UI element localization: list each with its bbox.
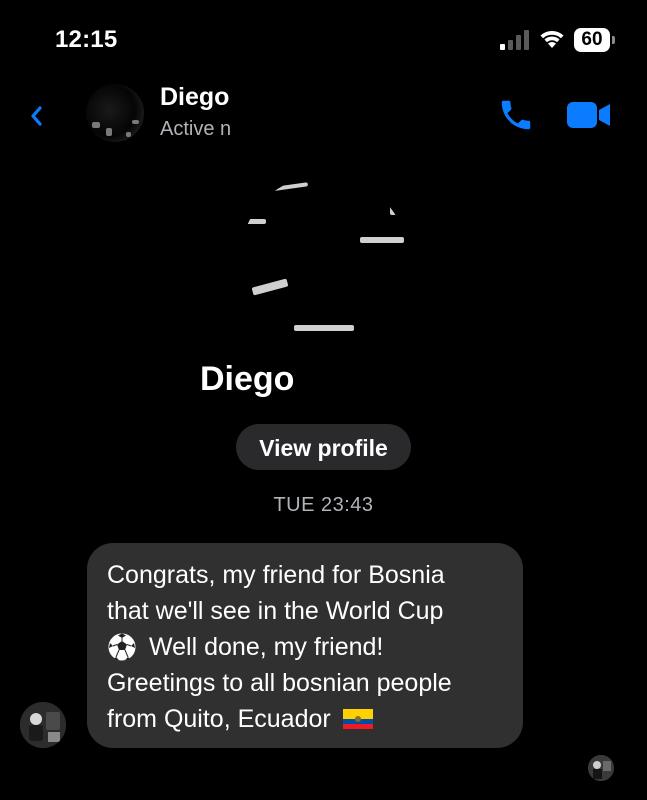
view-profile-button[interactable]: View profile bbox=[236, 424, 411, 470]
avatar-photo bbox=[588, 755, 614, 781]
flag-ecuador-icon bbox=[342, 709, 373, 729]
cellular-signal-icon bbox=[500, 30, 529, 50]
avatar-photo-detail bbox=[294, 325, 354, 331]
chevron-left-icon[interactable] bbox=[28, 104, 42, 128]
message-text: from Quito, Ecuador bbox=[107, 705, 331, 733]
avatar-photo-detail bbox=[251, 278, 289, 296]
redaction-overlay bbox=[254, 115, 314, 147]
soccer-ball-icon bbox=[107, 632, 137, 662]
avatar-photo-detail bbox=[92, 122, 100, 128]
avatar-photo-detail bbox=[360, 237, 404, 243]
profile-name: Diego bbox=[200, 360, 295, 398]
profile-avatar[interactable] bbox=[240, 175, 408, 343]
message-text: Well done, my friend! bbox=[149, 633, 384, 661]
battery-indicator: 60 bbox=[574, 28, 615, 52]
message-text-line: that we'll see in the World Cup bbox=[107, 593, 505, 629]
message-text: Greetings to all bosnian people bbox=[107, 669, 452, 697]
message-timestamp: TUE 23:43 bbox=[273, 494, 374, 516]
header-avatar[interactable] bbox=[86, 84, 144, 142]
video-camera-icon[interactable] bbox=[566, 100, 612, 130]
status-time: 12:15 bbox=[55, 26, 118, 53]
phone-icon[interactable] bbox=[497, 96, 535, 134]
read-receipt-avatar bbox=[588, 755, 614, 781]
avatar-photo-detail bbox=[267, 182, 309, 192]
avatar-photo-detail bbox=[126, 132, 131, 137]
avatar-photo bbox=[20, 702, 66, 748]
redaction-overlay bbox=[312, 360, 452, 406]
message-bubble[interactable]: Congrats, my friend for Bosnia that we'l… bbox=[87, 543, 523, 748]
message-text-line: Greetings to all bosnian people bbox=[107, 665, 505, 701]
avatar-photo-detail bbox=[132, 120, 139, 124]
message-text-line: Well done, my friend! bbox=[107, 629, 505, 665]
battery-level: 60 bbox=[574, 28, 610, 52]
wifi-icon bbox=[540, 31, 564, 48]
avatar-photo-detail bbox=[106, 128, 112, 136]
message-text-line: Congrats, my friend for Bosnia bbox=[107, 557, 505, 593]
message-text-line: from Quito, Ecuador bbox=[107, 701, 505, 737]
message-text: that we'll see in the World Cup bbox=[107, 597, 444, 625]
message-text: Congrats, my friend for Bosnia bbox=[107, 561, 445, 589]
avatar-photo-detail bbox=[242, 219, 266, 224]
battery-tip bbox=[612, 36, 615, 44]
active-status: Active no bbox=[160, 118, 243, 140]
avatar-photo-detail bbox=[390, 205, 402, 215]
sender-avatar[interactable] bbox=[20, 702, 66, 748]
